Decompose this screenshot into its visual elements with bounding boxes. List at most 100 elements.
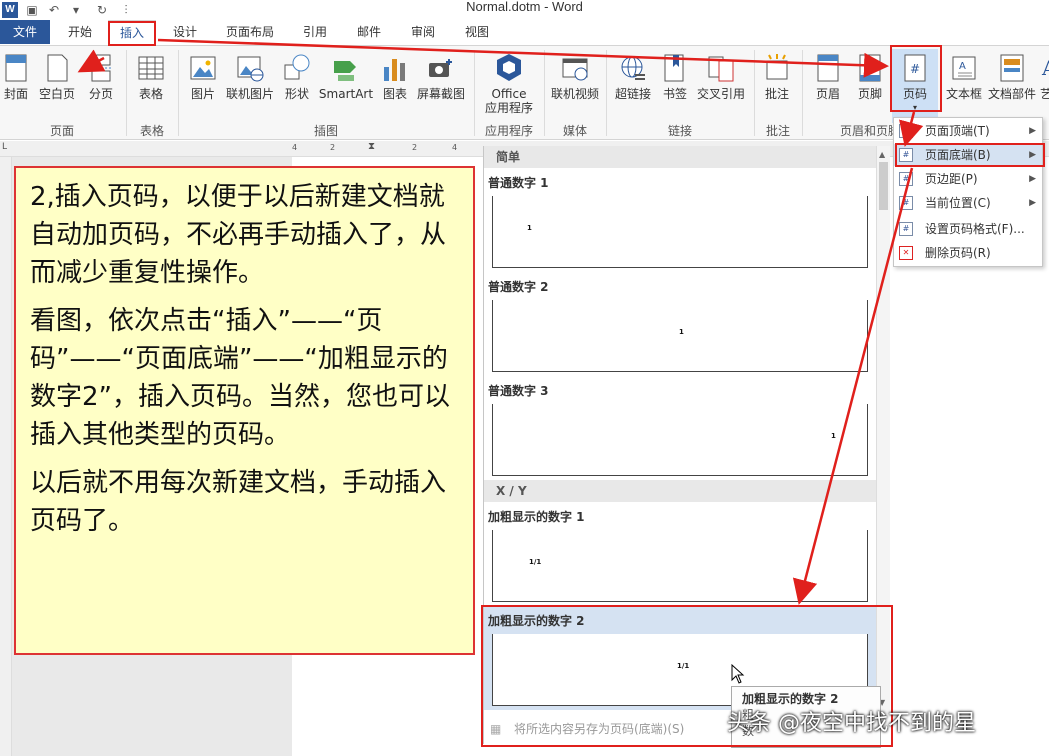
bookmark-button[interactable]: 书签 xyxy=(658,49,692,121)
tab-selector-icon[interactable]: L xyxy=(2,142,7,152)
chart-button[interactable]: 图表 xyxy=(378,49,412,121)
tab-home[interactable]: 开始 xyxy=(58,20,102,44)
screenshot-icon xyxy=(429,59,452,77)
page-number-menu: # 页面顶端(T) ▶ # 页面底端(B) ▶ # 页边距(P) ▶ # 当前位… xyxy=(893,117,1043,267)
tab-references[interactable]: 引用 xyxy=(292,20,338,44)
ribbon-separator xyxy=(754,50,755,136)
tab-file[interactable]: 文件 xyxy=(0,20,50,44)
highlight-bottom-of-page xyxy=(895,143,1045,167)
gallery-section-heading: 简单 xyxy=(484,146,876,168)
hyperlink-icon xyxy=(621,56,645,80)
current-position-icon: # xyxy=(899,196,913,210)
menu-item-page-margins[interactable]: # 页边距(P) ▶ xyxy=(894,168,1042,190)
online-picture-icon xyxy=(237,56,264,82)
text-box-button[interactable]: A 文本框 xyxy=(946,49,982,121)
cover-page-icon xyxy=(5,54,27,82)
title-bar: W ▣ ↶ ▾ ↻ ⫶ Normal.dotm - Word xyxy=(0,0,1049,22)
ruler-tick: 2 xyxy=(412,143,418,152)
cross-reference-icon xyxy=(708,56,734,82)
instruction-callout: 2,插入页码，以便于以后新建文档就自动加页码，不必再手动插入了，从而减少重复性操… xyxy=(14,166,475,655)
hyperlink-button[interactable]: 超链接 xyxy=(610,49,656,121)
group-comments-label: 批注 xyxy=(765,124,790,138)
gallery-item-plain-1[interactable]: 普通数字 1 1 xyxy=(484,168,876,272)
highlight-page-number-button xyxy=(890,45,942,112)
tab-view[interactable]: 视图 xyxy=(454,20,500,44)
shapes-button[interactable]: 形状 xyxy=(280,49,314,121)
menu-item-top-of-page[interactable]: # 页面顶端(T) ▶ xyxy=(894,120,1042,142)
text-box-icon: A xyxy=(952,56,976,80)
cross-reference-button[interactable]: 交叉引用 xyxy=(694,49,748,121)
office-apps-button[interactable]: Office 应用程序 xyxy=(478,49,540,121)
online-video-icon xyxy=(562,58,588,81)
vertical-ruler[interactable] xyxy=(0,157,12,756)
submenu-arrow-icon: ▶ xyxy=(1029,198,1036,208)
ruler-tick: 2 xyxy=(330,143,336,152)
picture-icon xyxy=(190,56,216,80)
remove-page-number-icon: ✕ xyxy=(899,246,913,260)
tab-design[interactable]: 设计 xyxy=(162,20,208,44)
callout-paragraph-2: 看图，依次点击“插入”——“页码”——“页面底端”——“加粗显示的数字2”，插入… xyxy=(30,306,451,450)
footer-button[interactable]: 页脚 xyxy=(852,49,888,121)
gallery-item-bold-1[interactable]: 加粗显示的数字 1 1/1 xyxy=(484,502,876,606)
scrollbar-thumb[interactable] xyxy=(879,162,888,210)
preview-page-number: 1/1 xyxy=(529,558,542,566)
gallery-preview: 1/1 xyxy=(492,530,868,602)
online-picture-button[interactable]: 联机图片 xyxy=(224,49,276,121)
scroll-up-icon[interactable]: ▲ xyxy=(879,150,885,159)
online-video-button[interactable]: 联机视频 xyxy=(548,49,602,121)
office-apps-icon xyxy=(497,54,521,81)
footer-icon xyxy=(859,54,881,82)
window-title: Normal.dotm - Word xyxy=(466,0,583,14)
wordart-button[interactable]: A 艺 xyxy=(1040,49,1049,121)
cover-page-button[interactable]: 封面 xyxy=(0,49,32,121)
header-button[interactable]: 页眉 xyxy=(810,49,846,121)
group-apps-label: 应用程序 xyxy=(484,124,533,138)
svg-text:A: A xyxy=(959,61,966,72)
smartart-icon xyxy=(334,61,356,81)
gallery-item-plain-3[interactable]: 普通数字 3 1 xyxy=(484,376,876,480)
quick-parts-button[interactable]: 文档部件 xyxy=(986,49,1038,121)
submenu-arrow-icon: ▶ xyxy=(1029,126,1036,136)
blank-page-button[interactable]: 空白页 xyxy=(36,49,78,121)
page-break-button[interactable]: 分页 xyxy=(82,49,120,121)
page-break-icon xyxy=(89,54,113,82)
tab-layout[interactable]: 页面布局 xyxy=(218,20,282,44)
ribbon-separator xyxy=(606,50,607,136)
callout-paragraph-3: 以后就不用每次新建文档，手动插入页码了。 xyxy=(30,468,447,536)
menu-item-format-page-numbers[interactable]: # 设置页码格式(F)... xyxy=(894,218,1042,240)
chart-icon xyxy=(384,59,405,81)
submenu-arrow-icon: ▶ xyxy=(1029,174,1036,184)
indent-marker-icon[interactable]: ⧗ xyxy=(368,141,375,152)
comment-icon xyxy=(766,54,788,80)
preview-page-number: 1 xyxy=(527,224,532,232)
page-margin-icon: # xyxy=(899,172,913,186)
gallery-preview: 1 xyxy=(492,300,868,372)
comment-button[interactable]: 批注 xyxy=(760,49,794,121)
tab-review[interactable]: 审阅 xyxy=(400,20,446,44)
highlight-insert-tab xyxy=(108,21,156,46)
smartart-button[interactable]: SmartArt xyxy=(318,49,374,121)
menu-item-remove-page-numbers[interactable]: ✕ 删除页码(R) xyxy=(894,242,1042,264)
ribbon-tabs: 文件 开始 插入 设计 页面布局 引用 邮件 审阅 视图 xyxy=(0,20,1049,46)
ribbon-separator xyxy=(126,50,127,136)
group-pages-label: 页面 xyxy=(49,124,74,138)
gallery-preview: 1 xyxy=(492,196,868,268)
screenshot-button[interactable]: 屏幕截图 xyxy=(414,49,468,121)
ribbon-separator xyxy=(178,50,179,136)
blank-page-icon xyxy=(47,54,68,82)
format-page-number-icon: # xyxy=(899,222,913,236)
menu-item-current-position[interactable]: # 当前位置(C) ▶ xyxy=(894,192,1042,214)
ribbon-separator xyxy=(474,50,475,136)
page-top-icon: # xyxy=(899,124,913,138)
picture-button[interactable]: 图片 xyxy=(184,49,222,121)
gallery-item-plain-2[interactable]: 普通数字 2 1 xyxy=(484,272,876,376)
group-links-label: 链接 xyxy=(667,124,692,138)
group-illustrations-label: 插图 xyxy=(313,124,338,138)
shapes-icon xyxy=(284,54,310,80)
group-media-label: 媒体 xyxy=(562,124,587,138)
gallery-preview: 1 xyxy=(492,404,868,476)
tab-mailings[interactable]: 邮件 xyxy=(346,20,392,44)
preview-page-number: 1 xyxy=(679,328,684,336)
table-button[interactable]: 表格 xyxy=(132,49,170,121)
svg-text:A: A xyxy=(1041,56,1049,80)
